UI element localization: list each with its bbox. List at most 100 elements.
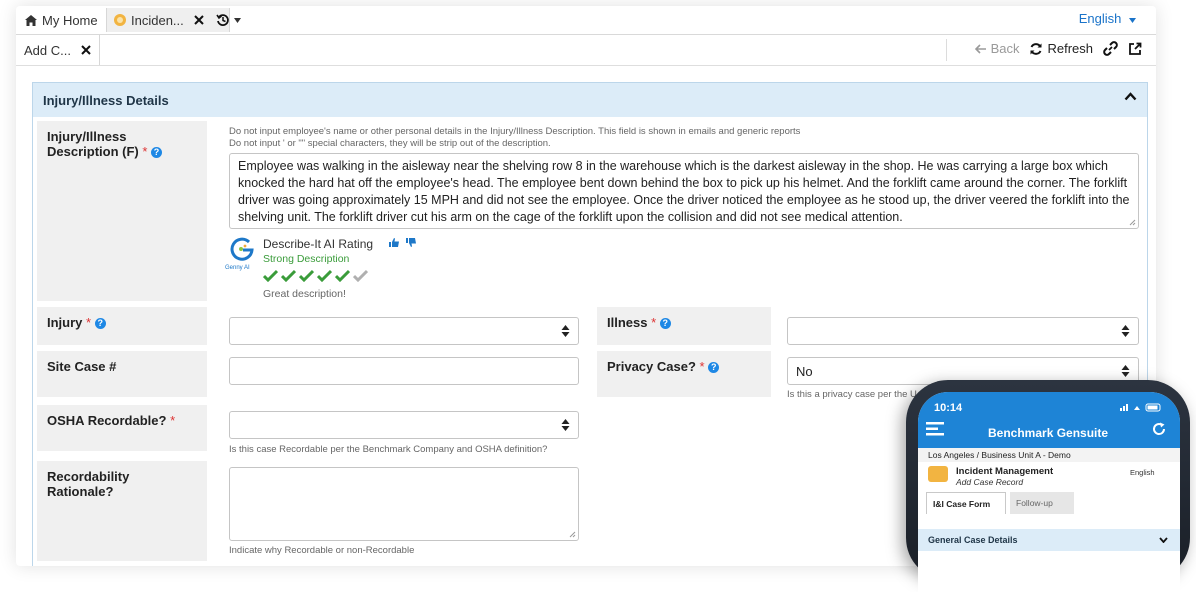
close-icon[interactable] <box>194 15 204 25</box>
phone-tab-case-form-label: I&I Case Form <box>933 498 991 509</box>
incident-module-icon <box>928 466 948 482</box>
refresh-icon[interactable] <box>1152 422 1166 436</box>
osha-label: OSHA Recordable? <box>47 413 167 428</box>
description-textarea[interactable]: Employee was walking in the aisleway nea… <box>229 153 1139 229</box>
rationale-hint: Indicate why Recordable or non-Recordabl… <box>229 545 415 556</box>
language-label: English <box>1078 11 1122 26</box>
incident-module-icon <box>114 14 126 26</box>
link-icon[interactable] <box>1103 41 1118 56</box>
subtab-add-case[interactable]: Add C... <box>16 35 100 65</box>
phone-module-title: Incident Management <box>956 466 1054 477</box>
phone-mockup: 10:14 Benchmark Gensuite Los Angeles / B… <box>906 380 1196 592</box>
thumbs-up-icon[interactable] <box>388 237 400 248</box>
osha-select[interactable] <box>229 411 579 439</box>
rating-title: Describe-It AI Rating <box>263 237 374 251</box>
close-icon[interactable] <box>81 45 91 55</box>
description-label-cell: Injury/Illness Description (F) * ? <box>37 121 207 301</box>
required-marker: * <box>142 144 148 159</box>
genny-ai-logo <box>230 237 254 261</box>
required-marker: * <box>651 315 657 330</box>
illness-label-cell: Illness * ? <box>597 307 771 345</box>
status-bar-icons <box>1120 403 1161 412</box>
required-marker: * <box>699 359 705 374</box>
phone-general-section[interactable]: General Case Details <box>918 529 1180 551</box>
osha-label-cell: OSHA Recordable? * <box>37 405 207 451</box>
phone-tab-follow-up-label: Follow-up <box>1016 498 1053 508</box>
injury-select[interactable] <box>229 317 579 345</box>
phone-section-title: General Case Details <box>928 535 1018 545</box>
site-case-label-cell: Site Case # <box>37 351 207 397</box>
sort-arrows-icon <box>1121 365 1130 377</box>
external-link-icon[interactable] <box>1128 42 1142 56</box>
rationale-label: Recordability Rationale? <box>47 469 130 499</box>
description-hint-1: Do not input employee's name or other pe… <box>229 126 801 137</box>
phone-app-header: 10:14 Benchmark Gensuite <box>918 392 1180 448</box>
resize-handle-icon[interactable] <box>569 531 576 538</box>
chevron-up-icon[interactable] <box>1124 92 1137 101</box>
site-case-input[interactable] <box>229 357 579 385</box>
help-icon[interactable]: ? <box>659 318 671 330</box>
history-dropdown[interactable] <box>212 8 256 32</box>
required-marker: * <box>170 413 176 428</box>
refresh-button[interactable]: Refresh <box>1029 41 1093 56</box>
phone-location: Los Angeles / Business Unit A - Demo <box>928 450 1071 460</box>
rating-check-icon <box>353 269 368 282</box>
rationale-textarea[interactable] <box>229 467 579 541</box>
phone-tab-case-form[interactable]: I&I Case Form <box>926 492 1006 514</box>
rating-check-icon <box>263 269 278 282</box>
privacy-label: Privacy Case? <box>607 359 696 374</box>
refresh-icon <box>1030 42 1042 55</box>
home-icon <box>25 14 37 26</box>
rating-checks <box>263 269 368 282</box>
subtab-add-case-label: Add C... <box>24 42 71 58</box>
tab-my-home-label: My Home <box>42 12 98 28</box>
resize-handle-icon[interactable] <box>1129 219 1136 226</box>
injury-label-cell: Injury * ? <box>37 307 207 345</box>
phone-time: 10:14 <box>934 402 963 414</box>
description-text: Employee was walking in the aisleway nea… <box>238 159 1130 224</box>
thumbs-down-icon[interactable] <box>405 237 417 248</box>
history-icon <box>216 14 229 26</box>
help-icon[interactable]: ? <box>708 362 720 374</box>
phone-tab-follow-up[interactable]: Follow-up <box>1010 492 1074 514</box>
phone-tabs: I&I Case Form Follow-up <box>926 492 1176 514</box>
panel-header[interactable]: Injury/Illness Details <box>33 83 1147 117</box>
help-icon[interactable]: ? <box>94 318 106 330</box>
sort-arrows-icon <box>561 419 570 431</box>
toolbar-actions: Back Refresh <box>974 41 1142 56</box>
help-icon[interactable]: ? <box>151 147 163 159</box>
genny-ai-label: Genny AI <box>225 265 250 271</box>
site-case-label: Site Case # <box>47 359 117 374</box>
rationale-label-cell: Recordability Rationale? <box>37 461 207 561</box>
phone-frame: 10:14 Benchmark Gensuite Los Angeles / B… <box>906 380 1190 592</box>
phone-screen: 10:14 Benchmark Gensuite Los Angeles / B… <box>918 392 1180 592</box>
language-selector[interactable]: English <box>1079 11 1136 26</box>
rating-comment: Great description! <box>263 288 346 300</box>
chevron-down-icon <box>1159 537 1168 543</box>
osha-hint: Is this case Recordable per the Benchmar… <box>229 444 548 455</box>
phone-app-title: Benchmark Gensuite <box>988 426 1109 440</box>
privacy-value: No <box>796 363 813 379</box>
sort-arrows-icon <box>561 325 570 337</box>
tab-incident-label: Inciden... <box>131 12 184 28</box>
tab-my-home[interactable]: My Home <box>24 8 98 32</box>
back-button[interactable]: Back <box>974 41 1019 56</box>
required-marker: * <box>86 315 92 330</box>
hamburger-menu-icon[interactable] <box>926 420 944 438</box>
phone-location-bar[interactable]: Los Angeles / Business Unit A - Demo <box>918 448 1180 462</box>
caret-down-icon <box>234 17 241 23</box>
toolbar: Add C... Back Refresh <box>16 35 1156 66</box>
tab-bar: My Home Inciden... English <box>16 6 1156 35</box>
panel-title: Injury/Illness Details <box>43 92 169 108</box>
rating-check-icon <box>335 269 350 282</box>
sort-arrows-icon <box>1121 325 1130 337</box>
phone-module-subtitle: Add Case Record <box>956 477 1024 487</box>
phone-language[interactable]: English <box>1130 468 1155 477</box>
description-label: Injury/Illness Description (F) <box>47 129 139 159</box>
illness-select[interactable] <box>787 317 1139 345</box>
rating-check-icon <box>317 269 332 282</box>
privacy-label-cell: Privacy Case? * ? <box>597 351 771 397</box>
illness-label: Illness <box>607 315 648 330</box>
caret-down-icon <box>1129 18 1136 23</box>
toolbar-divider <box>946 39 947 61</box>
